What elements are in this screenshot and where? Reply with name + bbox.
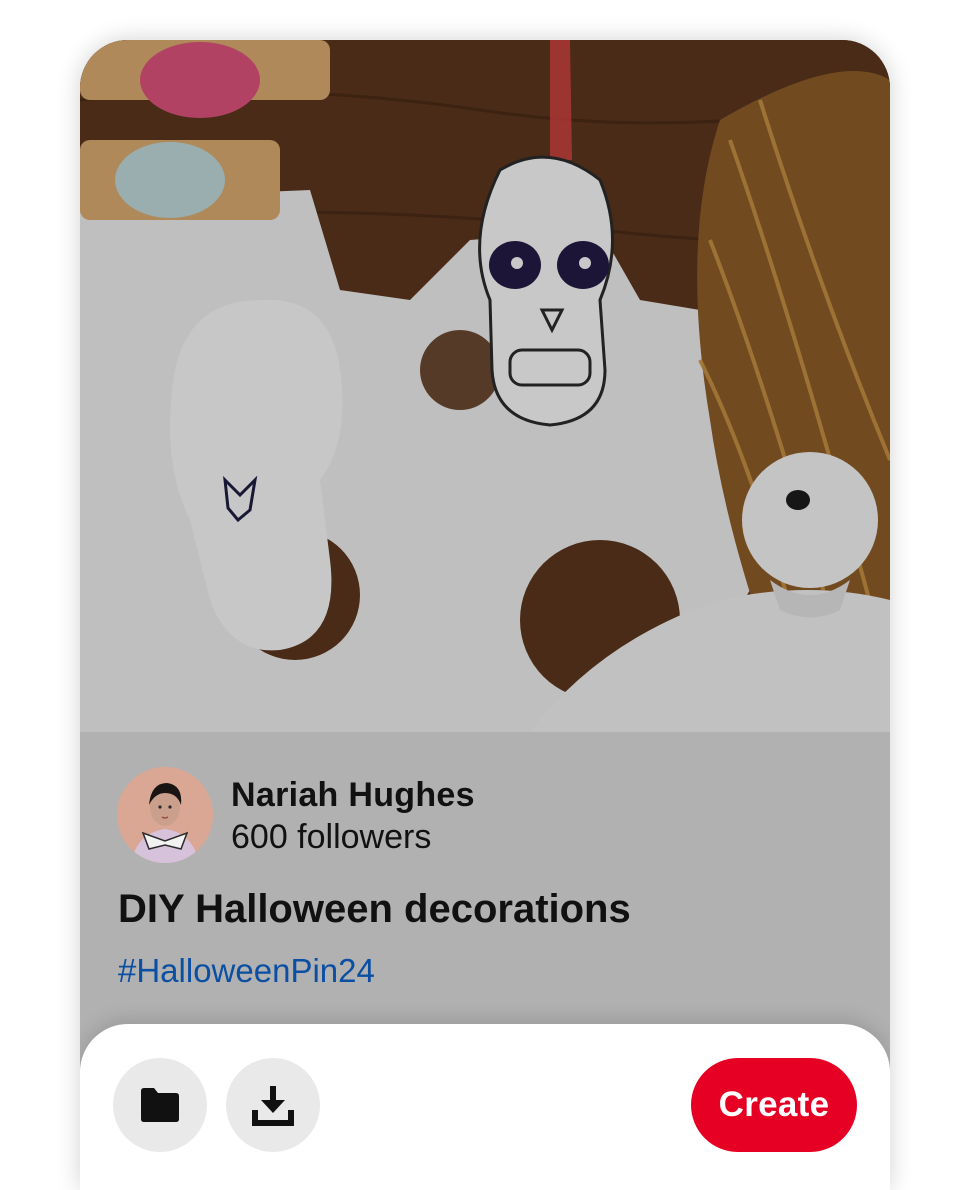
avatar[interactable] xyxy=(117,767,213,863)
creator-name[interactable]: Nariah Hughes xyxy=(231,776,475,815)
halloween-crafts-illustration xyxy=(80,40,890,732)
pin-card: Nariah Hughes 600 followers DIY Hallowee… xyxy=(80,40,890,1190)
save-to-board-button[interactable] xyxy=(113,1058,207,1152)
folder-icon xyxy=(141,1088,179,1122)
create-button[interactable]: Create xyxy=(691,1058,857,1152)
avatar-portrait xyxy=(117,767,213,863)
action-bar: Create xyxy=(80,1024,890,1190)
page: Nariah Hughes 600 followers DIY Hallowee… xyxy=(0,0,970,1190)
pin-info: Nariah Hughes 600 followers DIY Hallowee… xyxy=(80,732,890,1032)
pin-title: DIY Halloween decorations xyxy=(118,887,631,931)
pin-hashtag[interactable]: #HalloweenPin24 xyxy=(118,952,375,990)
creator-followers: 600 followers xyxy=(231,818,432,856)
pin-image[interactable] xyxy=(80,40,890,732)
download-icon xyxy=(252,1086,294,1126)
download-button[interactable] xyxy=(226,1058,320,1152)
